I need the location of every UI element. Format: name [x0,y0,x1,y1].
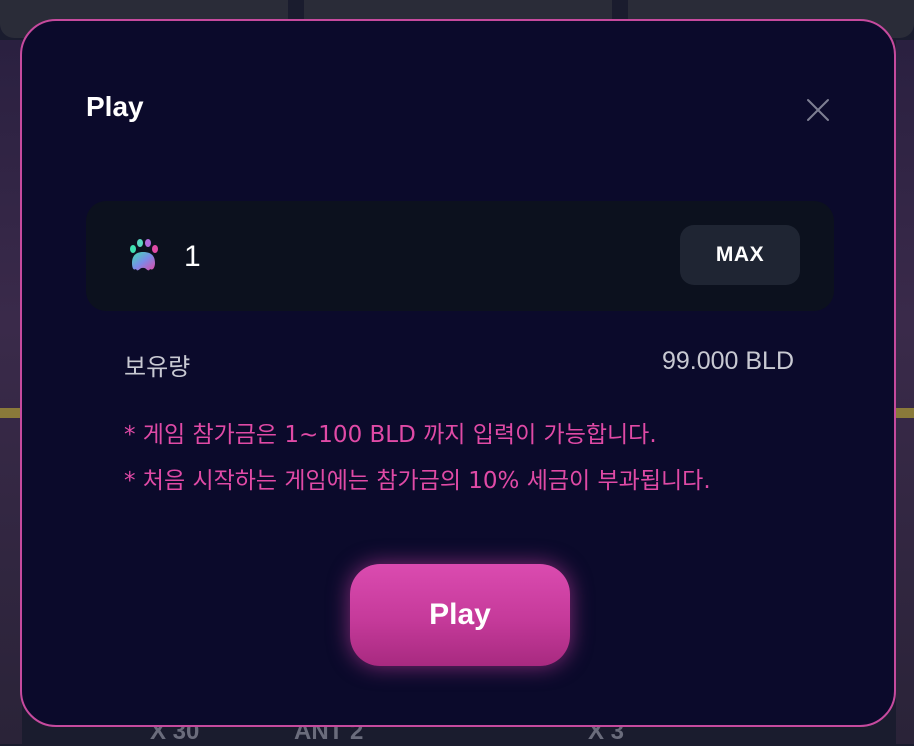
amount-input[interactable] [182,231,606,283]
bg-left-edge [0,40,22,744]
max-button[interactable]: MAX [680,225,800,285]
play-modal: Play MAX [20,19,896,727]
play-button[interactable]: Play [350,564,570,666]
modal-title: Play [86,91,144,122]
balance-label: 보유량 [124,353,191,381]
paw-token-icon [126,237,160,275]
bg-right-edge [896,40,914,744]
bg-gold-line-left [0,408,22,418]
notice-entry-range: * 게임 참가금은 1~100 BLD 까지 입력이 가능합니다. [124,422,657,448]
balance-value: 99.000 BLD [661,347,794,375]
notice-tax: * 처음 시작하는 게임에는 참가금의 10% 세금이 부과됩니다. [124,468,711,494]
amount-input-container: MAX [86,201,834,311]
close-icon[interactable] [804,96,832,124]
bg-gold-line-right [896,408,914,418]
